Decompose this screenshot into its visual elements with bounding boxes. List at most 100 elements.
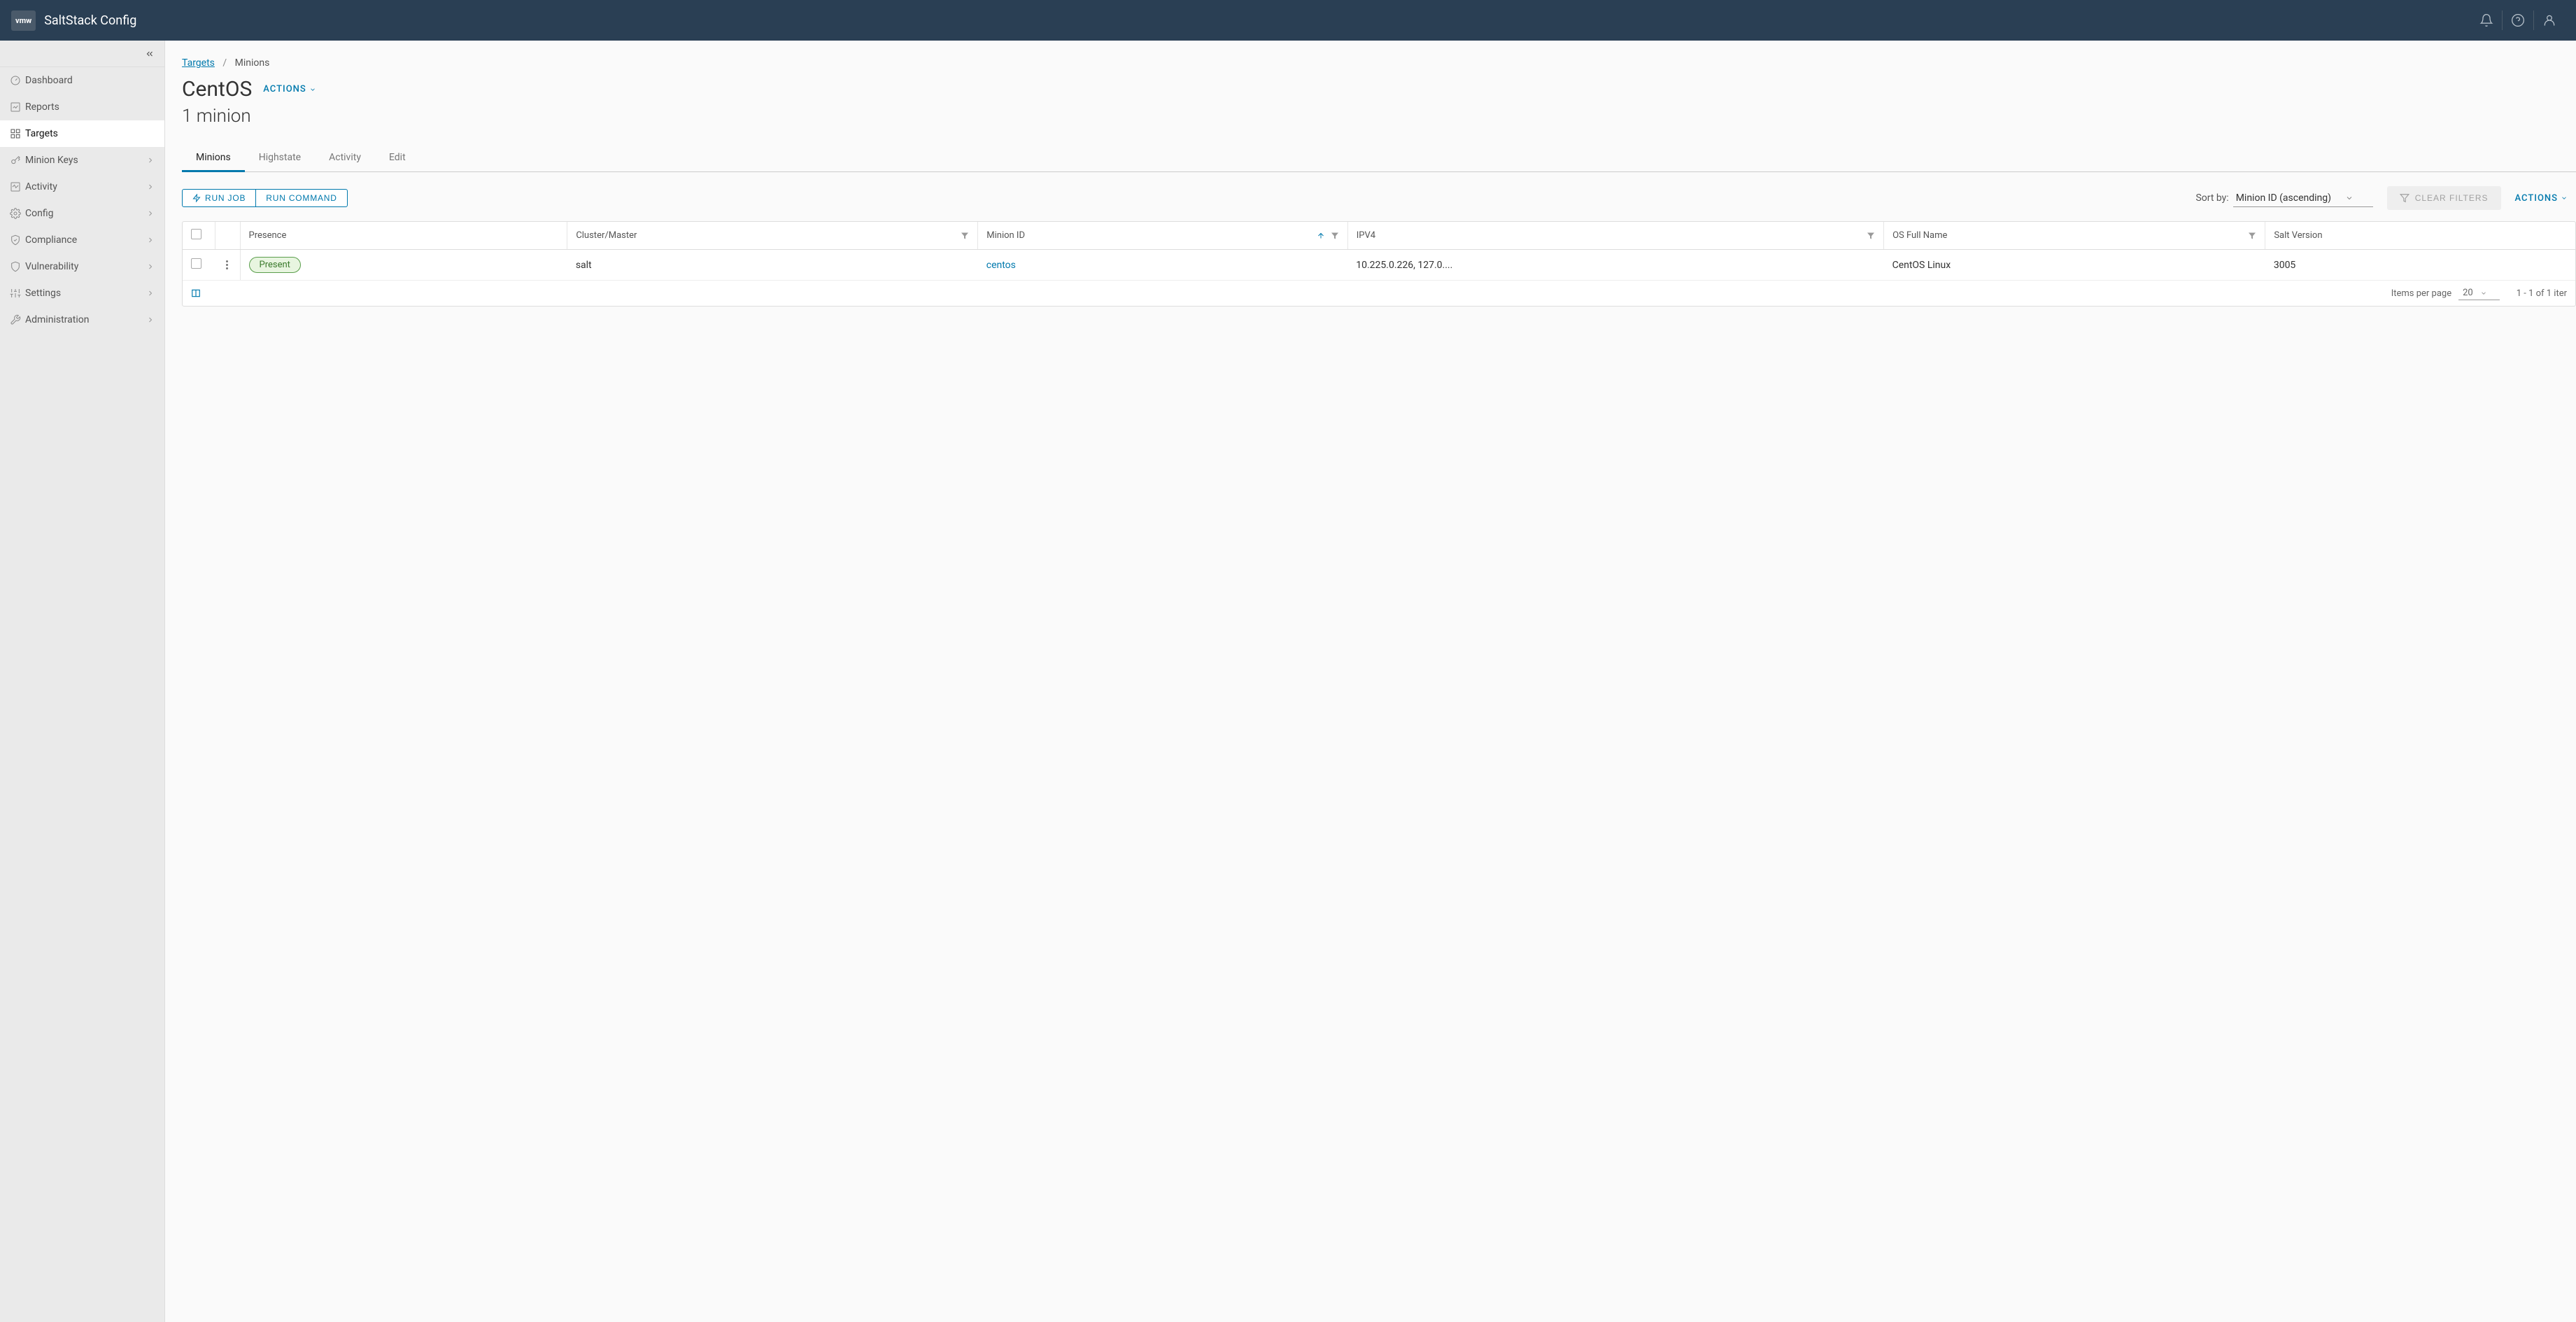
sidebar-item-targets[interactable]: Targets	[0, 120, 164, 147]
page-actions-dropdown[interactable]: ACTIONS	[263, 84, 316, 94]
presence-badge: Present	[249, 257, 301, 273]
page-actions-label: ACTIONS	[263, 84, 306, 94]
sort-select[interactable]: Minion ID (ascending)	[2233, 190, 2373, 207]
bell-icon[interactable]	[2471, 0, 2502, 41]
col-cluster[interactable]: Cluster/Master	[567, 222, 978, 250]
chevron-double-left-icon	[145, 49, 155, 59]
filter-icon[interactable]	[1331, 232, 1339, 240]
tab-minions[interactable]: Minions	[182, 146, 245, 172]
chevron-down-icon	[2480, 290, 2487, 297]
filter-icon[interactable]	[2248, 232, 2256, 240]
sidebar-item-administration[interactable]: Administration	[0, 307, 164, 333]
sidebar-item-dashboard[interactable]: Dashboard	[0, 67, 164, 94]
col-ipv4[interactable]: IPV4	[1347, 222, 1883, 250]
tabs: Minions Highstate Activity Edit	[182, 146, 2576, 172]
sidebar-item-vulnerability[interactable]: Vulnerability	[0, 253, 164, 280]
chevron-down-icon	[309, 86, 316, 93]
chevron-right-icon	[146, 236, 155, 244]
cell-os: CentOS Linux	[1884, 250, 2265, 281]
run-job-label: RUN JOB	[205, 193, 246, 203]
table-actions-label: ACTIONS	[2515, 193, 2558, 204]
minion-link[interactable]: centos	[986, 260, 1016, 271]
activity-icon	[10, 181, 25, 192]
shield-icon	[10, 261, 25, 272]
sort-label: Sort by:	[2195, 192, 2228, 204]
row-menu-header	[215, 222, 240, 250]
table-actions-dropdown[interactable]: ACTIONS	[2515, 193, 2568, 204]
help-icon[interactable]	[2503, 0, 2533, 41]
page-subtitle: 1 minion	[182, 106, 2576, 127]
bolt-icon	[192, 194, 201, 202]
grid-icon	[10, 128, 25, 139]
col-label: IPV4	[1357, 230, 1375, 241]
filter-icon[interactable]	[1867, 232, 1875, 240]
vmw-logo: vmw	[11, 10, 36, 31]
sidebar-item-config[interactable]: Config	[0, 200, 164, 227]
sidebar-item-label: Vulnerability	[25, 261, 146, 272]
breadcrumb: Targets / Minions	[182, 57, 2576, 69]
pagination-range: 1 - 1 of 1 iter	[2517, 288, 2567, 299]
run-command-label: RUN COMMAND	[266, 193, 337, 203]
tab-highstate[interactable]: Highstate	[245, 146, 315, 171]
filter-icon	[2400, 193, 2409, 203]
arrow-up-icon[interactable]	[1317, 232, 1325, 240]
chevron-right-icon	[146, 262, 155, 271]
items-per-page-value: 20	[2463, 288, 2473, 298]
page-title: CentOS	[182, 77, 252, 101]
app-header: vmw SaltStack Config	[0, 0, 2576, 41]
col-salt-version[interactable]: Salt Version	[2265, 222, 2575, 250]
chevron-down-icon	[2561, 195, 2568, 202]
select-all-checkbox[interactable]	[191, 229, 201, 239]
col-label: Salt Version	[2274, 230, 2322, 241]
col-label: OS Full Name	[1892, 230, 1947, 241]
row-checkbox[interactable]	[191, 258, 201, 269]
breadcrumb-current: Minions	[235, 57, 270, 69]
col-os[interactable]: OS Full Name	[1884, 222, 2265, 250]
table-header-row: Presence Cluster/Master Minion ID IPV4 O…	[183, 222, 2575, 250]
gear-icon	[10, 208, 25, 219]
col-label: Minion ID	[986, 230, 1025, 241]
col-minion-id[interactable]: Minion ID	[978, 222, 1347, 250]
run-command-button[interactable]: RUN COMMAND	[256, 189, 347, 207]
sidebar-item-compliance[interactable]: Compliance	[0, 227, 164, 253]
sidebar-item-minion-keys[interactable]: Minion Keys	[0, 147, 164, 174]
main-content: Targets / Minions CentOS ACTIONS 1 minio…	[165, 41, 2576, 1322]
cell-cluster: salt	[567, 250, 978, 281]
chevron-right-icon	[146, 289, 155, 297]
tab-activity[interactable]: Activity	[315, 146, 375, 171]
tab-edit[interactable]: Edit	[375, 146, 420, 171]
chart-icon	[10, 101, 25, 113]
sidebar-item-label: Settings	[25, 288, 146, 299]
items-per-page-label: Items per page	[2391, 288, 2451, 299]
table-footer: Items per page 20 1 - 1 of 1 iter	[183, 281, 2575, 306]
filter-icon[interactable]	[961, 232, 969, 240]
app-title: SaltStack Config	[44, 13, 2471, 28]
items-per-page-select[interactable]: 20	[2458, 286, 2500, 300]
chevron-right-icon	[146, 316, 155, 324]
breadcrumb-root[interactable]: Targets	[182, 57, 215, 69]
sliders-icon	[10, 288, 25, 299]
cell-presence: Present	[240, 250, 567, 281]
button-group: RUN JOB RUN COMMAND	[182, 189, 348, 207]
run-job-button[interactable]: RUN JOB	[182, 189, 256, 207]
col-label: Presence	[249, 230, 287, 241]
row-menu[interactable]	[223, 258, 232, 272]
user-icon[interactable]	[2534, 0, 2565, 41]
toolbar: RUN JOB RUN COMMAND Sort by: Minion ID (…	[182, 186, 2576, 210]
columns-picker[interactable]	[191, 288, 201, 298]
col-presence[interactable]: Presence	[240, 222, 567, 250]
sidebar-item-settings[interactable]: Settings	[0, 280, 164, 307]
sidebar-item-label: Administration	[25, 314, 146, 325]
sort-value: Minion ID (ascending)	[2236, 192, 2331, 204]
sidebar-item-label: Activity	[25, 181, 146, 192]
gauge-icon	[10, 75, 25, 86]
sidebar-item-reports[interactable]: Reports	[0, 94, 164, 120]
sidebar: Dashboard Reports Targets Minion Keys Ac…	[0, 41, 165, 1322]
sidebar-item-label: Config	[25, 208, 146, 219]
sidebar-item-label: Compliance	[25, 234, 146, 246]
chevron-right-icon	[146, 183, 155, 191]
sidebar-collapse[interactable]	[0, 41, 164, 67]
clear-filters-button[interactable]: CLEAR FILTERS	[2387, 186, 2501, 210]
sidebar-item-label: Minion Keys	[25, 155, 146, 166]
sidebar-item-activity[interactable]: Activity	[0, 174, 164, 200]
